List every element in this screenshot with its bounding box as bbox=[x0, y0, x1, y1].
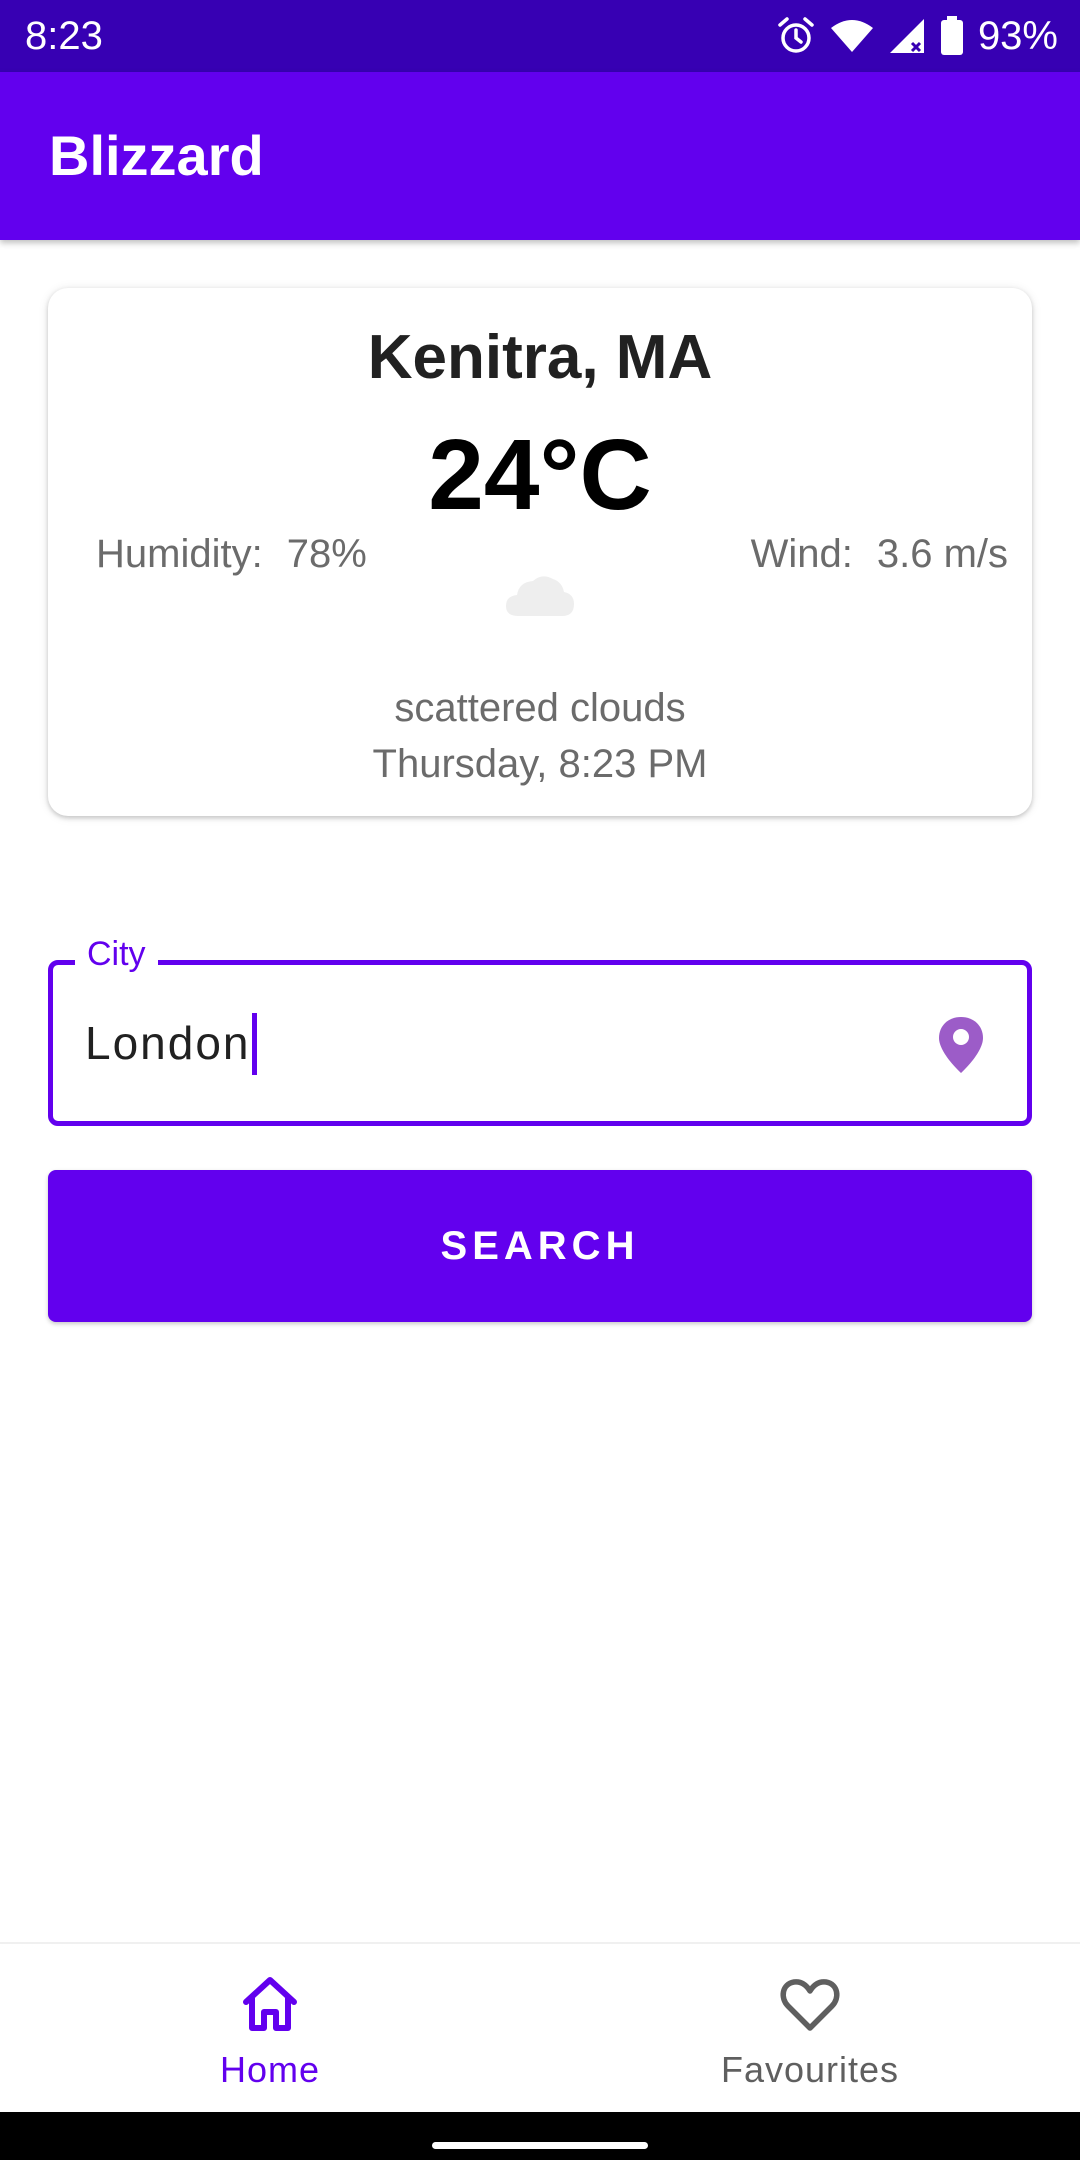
status-icons: 93% bbox=[776, 0, 1058, 72]
wifi-icon bbox=[830, 18, 874, 54]
text-cursor bbox=[251, 1012, 257, 1075]
weather-description: scattered clouds bbox=[394, 686, 686, 730]
wind: Wind: 3.6 m/s bbox=[751, 530, 1008, 578]
wind-label: Wind: bbox=[750, 532, 853, 576]
city-field-label: City bbox=[75, 934, 158, 974]
nav-item-favourites[interactable]: Favourites bbox=[540, 1944, 1080, 2114]
humidity-label: Humidity: bbox=[96, 532, 263, 576]
signal-icon bbox=[888, 17, 926, 55]
app-title: Blizzard bbox=[49, 124, 264, 187]
nav-item-home[interactable]: Home bbox=[0, 1944, 540, 2114]
cloud-icon bbox=[506, 576, 574, 616]
weather-card: Kenitra, MA 24°C Humidity: 78% Wind: 3.6 m… bbox=[48, 288, 1032, 816]
bottom-navigation: Home Favourites bbox=[0, 1942, 1080, 2114]
nav-label-favourites: Favourites bbox=[720, 2049, 900, 2090]
city-input-value: London bbox=[85, 1017, 251, 1069]
weather-datetime: Thursday, 8:23 PM bbox=[372, 742, 708, 786]
battery-icon bbox=[940, 16, 964, 56]
search-button[interactable]: SEARCH bbox=[48, 1170, 1032, 1322]
home-icon bbox=[243, 1977, 297, 2031]
city-input-field[interactable]: City London bbox=[48, 934, 1032, 1126]
city-input[interactable]: London bbox=[85, 1012, 257, 1075]
wind-value: 3.6 m/s bbox=[876, 532, 1008, 576]
alarm-icon bbox=[776, 16, 816, 56]
status-time: 8:23 bbox=[25, 14, 103, 58]
status-bar: 8:23 93% bbox=[0, 0, 1080, 72]
humidity: Humidity: 78% bbox=[96, 530, 367, 578]
humidity-value: 78% bbox=[286, 532, 367, 576]
temperature: 24°C bbox=[428, 419, 652, 531]
heart-icon bbox=[780, 1979, 840, 2031]
battery-percent: 93% bbox=[977, 14, 1058, 58]
nav-label-home: Home bbox=[219, 2049, 321, 2090]
location-pin-icon[interactable] bbox=[937, 1015, 985, 1075]
city-name: Kenitra, MA bbox=[367, 323, 713, 392]
system-navigation-bar bbox=[0, 2112, 1080, 2160]
app-bar: Blizzard bbox=[0, 72, 1080, 240]
home-gesture-handle[interactable] bbox=[432, 2142, 648, 2149]
